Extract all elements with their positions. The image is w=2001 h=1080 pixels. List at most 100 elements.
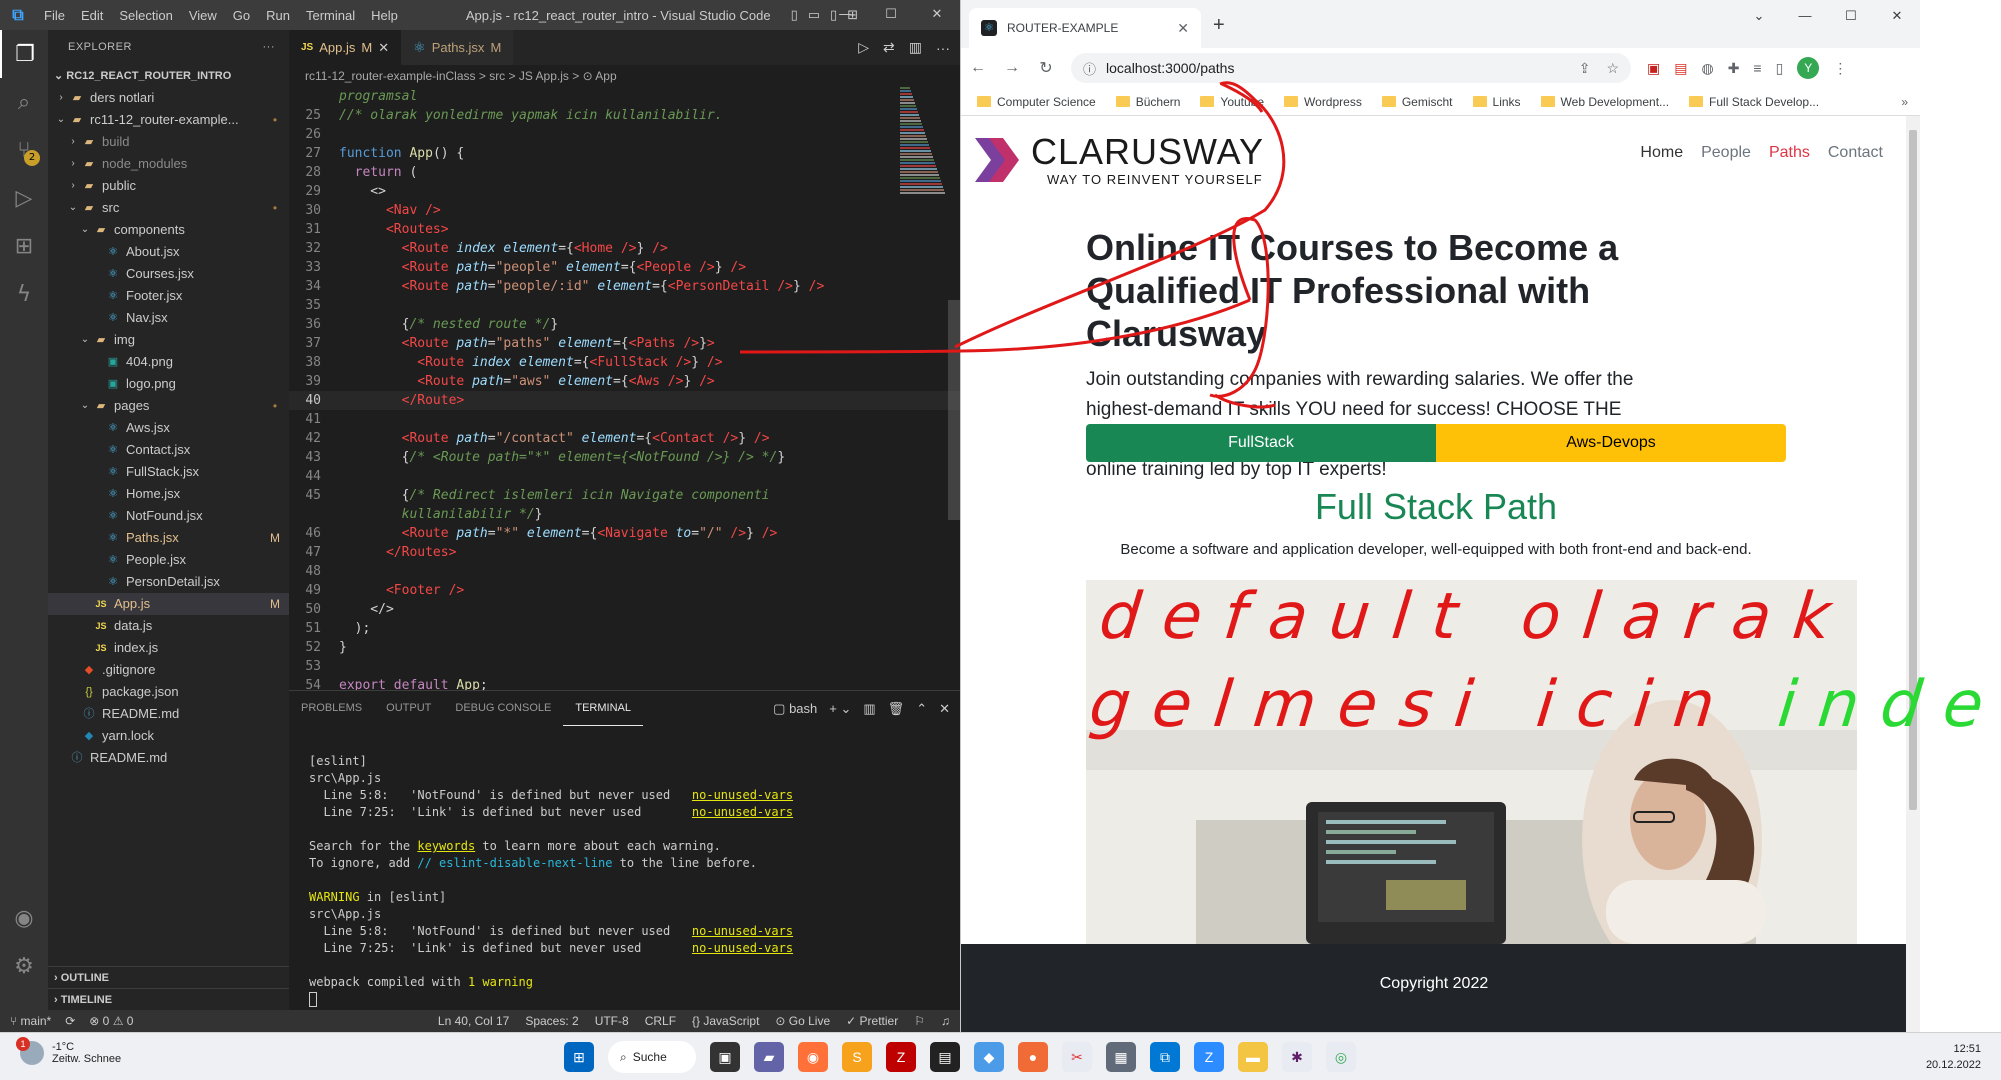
tree-item[interactable]: ⌄ ▰ rc11-12_router-example... •: [48, 109, 289, 131]
windows-start-icon[interactable]: ⊞: [564, 1042, 594, 1072]
maximize-icon[interactable]: ☐: [1828, 0, 1874, 32]
sticky-notes-icon[interactable]: ▤: [930, 1042, 960, 1072]
code-line[interactable]: 54 export default App;: [289, 676, 960, 690]
minimap[interactable]: [900, 87, 946, 207]
nav-link-home[interactable]: Home: [1640, 144, 1683, 162]
tree-item[interactable]: ◆ yarn.lock: [48, 725, 289, 747]
code-line[interactable]: 44: [289, 467, 960, 486]
code-line[interactable]: 29 <>: [289, 182, 960, 201]
explorer-icon[interactable]: ❐: [0, 30, 48, 78]
tree-item[interactable]: ⌄ ▰ components: [48, 219, 289, 241]
system-clock[interactable]: 12:51 20.12.2022: [1926, 1041, 1981, 1073]
code-line[interactable]: 45 {/* Redirect islemleri icin Navigate …: [289, 486, 960, 505]
code-line[interactable]: 31 <Routes>: [289, 220, 960, 239]
feedback-icon[interactable]: ⚐: [914, 1010, 925, 1032]
close-icon[interactable]: ✕: [914, 0, 960, 30]
tab-app-js[interactable]: JS App.js M ✕: [289, 30, 402, 65]
notifications-bell-icon[interactable]: ♫: [941, 1010, 950, 1032]
bookmark-folder[interactable]: Youtube: [1200, 95, 1264, 109]
sublime-text-icon[interactable]: S: [842, 1042, 872, 1072]
code-line[interactable]: programsal: [289, 87, 960, 106]
menu-file[interactable]: File: [36, 8, 73, 23]
chrome-menu-icon[interactable]: ⋮: [1833, 60, 1847, 77]
code-line[interactable]: 43 {/* <Route path="*" element={<NotFoun…: [289, 448, 960, 467]
cursor-position[interactable]: Ln 40, Col 17: [438, 1010, 509, 1032]
code-line[interactable]: 42 <Route path="/contact" element={<Cont…: [289, 429, 960, 448]
maximize-panel-icon[interactable]: ⌃: [916, 701, 927, 717]
tree-item[interactable]: JS data.js: [48, 615, 289, 637]
code-line[interactable]: 37 <Route path="paths" element={<Paths /…: [289, 334, 960, 353]
vscode-taskbar-icon[interactable]: ⧉: [1150, 1042, 1180, 1072]
language-mode[interactable]: {} JavaScript: [692, 1010, 759, 1032]
tree-item[interactable]: ⓘ README.md: [48, 703, 289, 725]
app-icon[interactable]: ◆: [974, 1042, 1004, 1072]
tree-item[interactable]: ⚛ About.jsx: [48, 241, 289, 263]
tree-item[interactable]: ⚛ PersonDetail.jsx: [48, 571, 289, 593]
code-line[interactable]: 40 </Route>: [289, 391, 960, 410]
snipping-tool-icon[interactable]: ✂: [1062, 1042, 1092, 1072]
tree-item[interactable]: {} package.json: [48, 681, 289, 703]
lightning-icon[interactable]: ϟ: [0, 270, 48, 318]
branch-indicator[interactable]: ⑂ main*: [10, 1014, 51, 1028]
tree-item[interactable]: ⚛ Home.jsx: [48, 483, 289, 505]
code-line[interactable]: 48: [289, 562, 960, 581]
tab-debug-console[interactable]: DEBUG CONSOLE: [443, 691, 563, 726]
extension-icon-1[interactable]: ▣: [1647, 60, 1660, 77]
close-icon[interactable]: ✕: [1874, 0, 1920, 32]
side-panel-icon[interactable]: ▯: [1776, 60, 1784, 77]
terminal-shell-icon[interactable]: ▢ bash: [773, 701, 817, 717]
code-line[interactable]: 35: [289, 296, 960, 315]
code-line[interactable]: 30 <Nav />: [289, 201, 960, 220]
menu-go[interactable]: Go: [225, 8, 258, 23]
bookmark-folder[interactable]: Links: [1472, 95, 1521, 109]
new-terminal-icon[interactable]: + ⌄: [829, 701, 851, 717]
code-line[interactable]: 33 <Route path="people" element={<People…: [289, 258, 960, 277]
explorer-root-folder[interactable]: ⌄ RC12_REACT_ROUTER_INTRO: [48, 65, 289, 87]
code-line[interactable]: 52}: [289, 638, 960, 657]
code-line[interactable]: 47 </Routes>: [289, 543, 960, 562]
menu-run[interactable]: Run: [258, 8, 298, 23]
extensions-icon[interactable]: ⊞: [0, 222, 48, 270]
split-editor-icon[interactable]: ▥: [909, 39, 922, 56]
bookmark-star-icon[interactable]: ☆: [1606, 60, 1619, 77]
toggle-sidebar-icon[interactable]: ▯: [791, 8, 798, 23]
tree-item[interactable]: › ▰ node_modules: [48, 153, 289, 175]
back-arrow-icon[interactable]: ←: [969, 59, 987, 77]
maximize-icon[interactable]: ☐: [868, 0, 914, 30]
minimize-icon[interactable]: —: [822, 0, 868, 30]
address-bar[interactable]: ⓘ localhost:3000/paths ⇪ ☆: [1071, 53, 1631, 83]
tree-item[interactable]: ▣ 404.png: [48, 351, 289, 373]
toggle-panel-icon[interactable]: ▭: [808, 8, 820, 23]
account-icon[interactable]: ◉: [0, 894, 48, 942]
tree-item[interactable]: ⓘ README.md: [48, 747, 289, 769]
tree-item[interactable]: ◆ .gitignore: [48, 659, 289, 681]
code-line[interactable]: 49 <Footer />: [289, 581, 960, 600]
calculator-icon[interactable]: ▦: [1106, 1042, 1136, 1072]
tab-close-icon[interactable]: ✕: [1177, 20, 1189, 37]
tree-item[interactable]: ⌄ ▰ img: [48, 329, 289, 351]
clarusway-logo[interactable]: CLARUSWAY WAY TO REINVENT YOURSELF: [973, 130, 1264, 190]
tree-item[interactable]: ⚛ FullStack.jsx: [48, 461, 289, 483]
tree-item[interactable]: JS index.js: [48, 637, 289, 659]
nav-link-people[interactable]: People: [1701, 144, 1751, 162]
tab-terminal[interactable]: TERMINAL: [563, 691, 643, 726]
more-actions-icon[interactable]: ···: [263, 30, 276, 65]
code-line[interactable]: 50 </>: [289, 600, 960, 619]
extension-icon-3[interactable]: ◍: [1701, 60, 1713, 77]
tree-item[interactable]: ⚛ Courses.jsx: [48, 263, 289, 285]
tree-item[interactable]: ⚛ Aws.jsx: [48, 417, 289, 439]
fullstack-button[interactable]: FullStack: [1086, 424, 1436, 462]
code-line[interactable]: 32 <Route index element={<Home />} />: [289, 239, 960, 258]
tree-item[interactable]: ⌄ ▰ src •: [48, 197, 289, 219]
problems-indicator[interactable]: ⊗ 0 ⚠ 0: [89, 1014, 133, 1028]
teams-icon[interactable]: ▰: [754, 1042, 784, 1072]
scrollbar-thumb[interactable]: [1909, 130, 1917, 810]
close-panel-icon[interactable]: ✕: [939, 701, 950, 717]
tree-item[interactable]: ⚛ Paths.jsx M: [48, 527, 289, 549]
nav-link-contact[interactable]: Contact: [1828, 144, 1883, 162]
encoding[interactable]: UTF-8: [595, 1010, 629, 1032]
tree-item[interactable]: ⚛ Nav.jsx: [48, 307, 289, 329]
code-line[interactable]: 39 <Route path="aws" element={<Aws />} /…: [289, 372, 960, 391]
tree-item[interactable]: ⚛ NotFound.jsx: [48, 505, 289, 527]
tree-item[interactable]: ▣ logo.png: [48, 373, 289, 395]
